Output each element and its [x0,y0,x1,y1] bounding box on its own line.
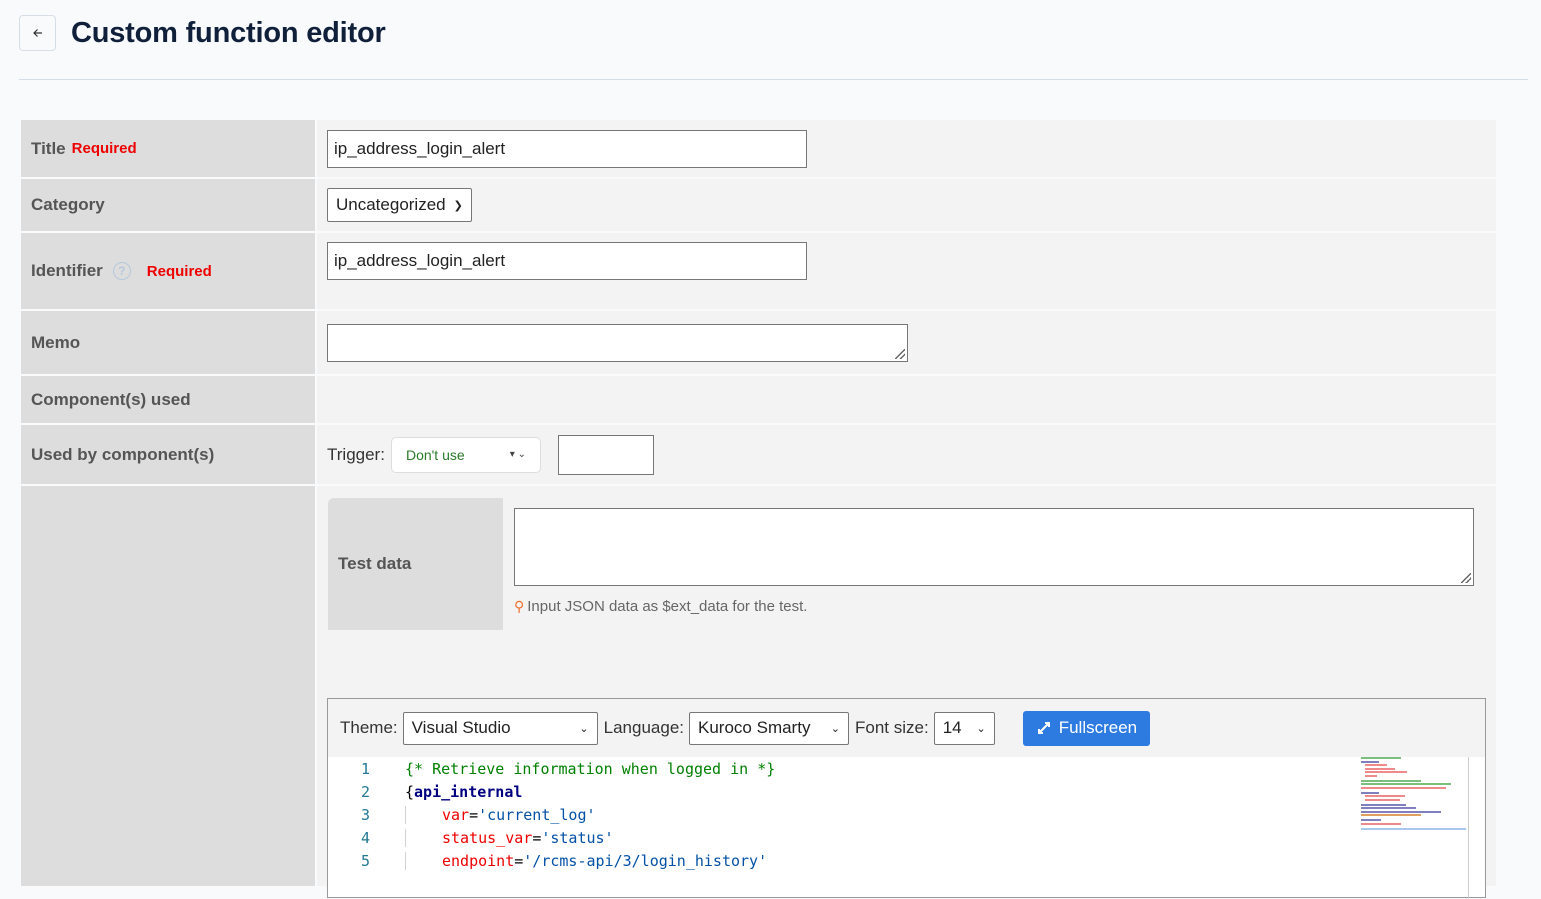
title-value-cell [317,120,1496,177]
memo-label-cell: Memo [21,311,315,374]
row-identifier: Identifier ? Required [21,233,1496,309]
used-by-label: Used by component(s) [31,444,215,464]
test-data-field: ⚲ Input JSON data as $ext_data for the t… [503,498,1474,630]
line-number: 4 [360,828,370,847]
chevron-down-icon: ⌄ [579,722,589,735]
code-string: 'status' [541,828,614,847]
code-attr: endpoint [442,851,515,870]
category-label: Category [31,195,105,214]
trigger-select-value: Don't use [405,446,465,463]
code-eq: = [532,828,542,847]
identifier-label-cell: Identifier ? Required [21,233,315,309]
components-used-label-cell: Component(s) used [21,376,315,423]
row-memo: Memo [21,311,1496,374]
font-size-label: Font size: [855,718,929,737]
header-divider [19,79,1528,80]
arrow-left-icon [32,29,42,37]
code-line: 5 endpoint='/rcms-api/3/login_history' [328,849,1485,872]
code-string: 'current_log' [478,805,596,824]
identifier-input[interactable] [327,242,807,280]
code-text: {* Retrieve information when logged in *… [405,759,776,778]
test-data-label: Test data [328,498,503,630]
chevron-down-icon: ⌄ [830,722,841,735]
title-input[interactable] [327,129,807,168]
category-select[interactable]: Uncategorized ❯ [327,188,472,222]
row-category: Category Uncategorized ❯ [21,179,1496,231]
code-minimap[interactable] [1361,757,1469,837]
chevron-down-icon: ⌄ [976,722,986,735]
identifier-value-cell [317,233,1496,309]
row-used-by: Used by component(s) Trigger: Don't use … [21,425,1496,484]
code-line: 1 {* Retrieve information when logged in… [328,757,1485,780]
memo-value-cell [317,311,1496,374]
chevron-down-icon: ▾ ⌄ [509,449,526,460]
expand-arrows-icon [1037,722,1050,734]
code-area[interactable]: 1 {* Retrieve information when logged in… [328,757,1485,899]
code-attr: var [442,805,470,824]
page-title: Custom function editor [71,16,386,49]
back-button[interactable] [19,15,56,51]
code-editor: Theme: Visual Studio ⌄ Language: Kuroco … [327,698,1486,899]
title-label-cell: Title Required [21,120,315,177]
memo-label: Memo [31,332,81,352]
test-data-textarea[interactable] [514,508,1474,586]
row-title: Title Required [21,120,1496,177]
required-badge: Required [146,262,212,280]
used-by-value-cell: Trigger: Don't use ▾ ⌄ [317,425,1496,484]
category-select-value: Uncategorized [336,195,446,214]
theme-label: Theme: [340,718,398,737]
code-line: 4 status_var='status' [328,826,1485,849]
code-line: 2 {api_internal [328,780,1485,803]
resize-handle[interactable] [1461,573,1471,583]
trigger-select[interactable]: Don't use ▾ ⌄ [390,436,541,473]
code-line: 3 var='current_log' [328,803,1485,826]
line-number: 5 [360,851,370,870]
used-by-label-cell: Used by component(s) [21,425,315,484]
theme-select-value: Visual Studio [411,718,511,737]
code-eq: = [469,805,479,824]
test-data-hint: ⚲ Input JSON data as $ext_data for the t… [514,598,1474,615]
code-value-cell: Test data ⚲ Input JSON data as $ext_data… [317,486,1496,899]
function-form: Title Required Category Uncategorized ❯ … [21,120,1496,899]
memo-textarea[interactable] [327,323,908,362]
code-attr: status_var [442,828,533,847]
language-select-value: Kuroco Smarty [698,718,811,737]
chevron-down-icon: ❯ [453,199,463,212]
components-used-label: Component(s) used [31,389,191,409]
components-used-value-cell [317,376,1496,423]
line-number: 1 [360,759,370,778]
required-badge: Required [71,140,137,157]
resize-handle[interactable] [895,348,905,359]
code-brace: { [405,782,415,801]
line-number: 3 [360,805,370,824]
editor-toolbar: Theme: Visual Studio ⌄ Language: Kuroco … [328,699,1485,757]
title-label: Title [31,138,66,158]
identifier-label: Identifier [31,261,103,280]
font-size-select-value: 14 [942,718,962,737]
code-eq: = [514,851,524,870]
code-tag: api_internal [414,782,523,801]
fullscreen-label: Fullscreen [1058,718,1138,737]
question-circle-icon[interactable]: ? [112,262,131,280]
row-components-used: Component(s) used [21,376,1496,423]
test-data-card: Test data ⚲ Input JSON data as $ext_data… [328,498,1486,630]
category-value-cell: Uncategorized ❯ [317,179,1496,231]
lightbulb-icon: ⚲ [514,598,525,614]
page-header: Custom function editor [19,14,386,52]
trigger-label: Trigger: [327,444,385,464]
code-string: '/rcms-api/3/login_history' [523,851,768,870]
language-label: Language: [603,718,685,737]
test-data-hint-text: Input JSON data as $ext_data for the tes… [527,598,808,615]
line-number: 2 [360,782,370,801]
category-label-cell: Category [21,179,315,231]
trigger-extra-input[interactable] [557,434,654,475]
font-size-select[interactable]: 14 ⌄ [933,711,995,745]
theme-select[interactable]: Visual Studio ⌄ [402,711,598,745]
language-select[interactable]: Kuroco Smarty ⌄ [689,711,850,745]
editor-scrollbar[interactable] [1468,757,1469,899]
fullscreen-button[interactable]: Fullscreen [1022,710,1151,746]
code-label-cell [21,486,315,886]
row-code: Test data ⚲ Input JSON data as $ext_data… [21,486,1496,899]
